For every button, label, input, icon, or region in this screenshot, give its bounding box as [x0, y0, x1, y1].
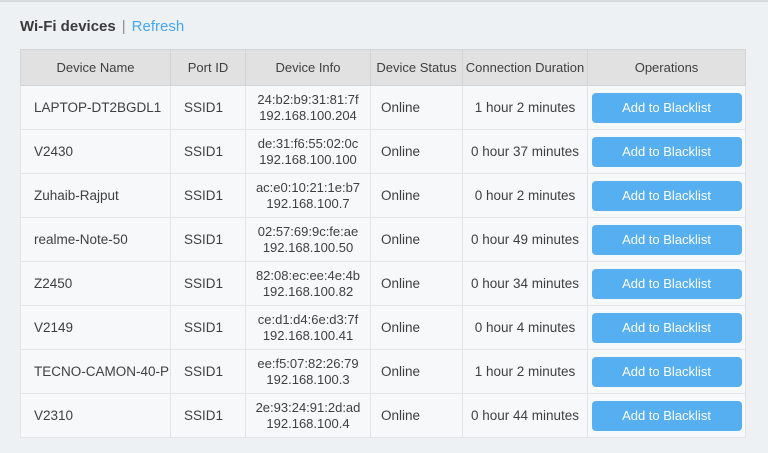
connection-duration: 0 hour 2 minutes	[463, 174, 588, 218]
table-row: TECNO-CAMON-40-P SSID1 ee:f5:07:82:26:79…	[21, 350, 746, 394]
device-info: 82:08:ec:ee:4e:4b 192.168.100.82	[246, 262, 371, 306]
wifi-devices-table: Device Name Port ID Device Info Device S…	[20, 49, 746, 438]
device-status: Online	[371, 306, 463, 350]
port-id: SSID1	[171, 174, 246, 218]
device-info: ac:e0:10:21:1e:b7 192.168.100.7	[246, 174, 371, 218]
add-to-blacklist-button[interactable]: Add to Blacklist	[592, 225, 742, 255]
connection-duration: 0 hour 4 minutes	[463, 306, 588, 350]
ip-address: 192.168.100.100	[246, 152, 370, 168]
mac-address: 24:b2:b9:31:81:7f	[246, 92, 370, 108]
operations-cell: Add to Blacklist	[588, 130, 746, 174]
port-id: SSID1	[171, 218, 246, 262]
add-to-blacklist-button[interactable]: Add to Blacklist	[592, 357, 742, 387]
column-header-device-name: Device Name	[21, 50, 171, 86]
connection-duration: 0 hour 34 minutes	[463, 262, 588, 306]
port-id: SSID1	[171, 394, 246, 438]
device-info: ee:f5:07:82:26:79 192.168.100.3	[246, 350, 371, 394]
table-row: LAPTOP-DT2BGDL1 SSID1 24:b2:b9:31:81:7f …	[21, 86, 746, 130]
device-info: 02:57:69:9c:fe:ae 192.168.100.50	[246, 218, 371, 262]
device-name: TECNO-CAMON-40-P	[21, 350, 171, 394]
mac-address: ee:f5:07:82:26:79	[246, 356, 370, 372]
add-to-blacklist-button[interactable]: Add to Blacklist	[592, 93, 742, 123]
connection-duration: 1 hour 2 minutes	[463, 86, 588, 130]
device-name: LAPTOP-DT2BGDL1	[21, 86, 171, 130]
operations-cell: Add to Blacklist	[588, 218, 746, 262]
mac-address: 82:08:ec:ee:4e:4b	[246, 268, 370, 284]
column-header-operations: Operations	[588, 50, 746, 86]
device-status: Online	[371, 350, 463, 394]
mac-address: 2e:93:24:91:2d:ad	[246, 400, 370, 416]
mac-address: de:31:f6:55:02:0c	[246, 136, 370, 152]
column-header-port-id: Port ID	[171, 50, 246, 86]
operations-cell: Add to Blacklist	[588, 394, 746, 438]
connection-duration: 1 hour 2 minutes	[463, 350, 588, 394]
operations-cell: Add to Blacklist	[588, 306, 746, 350]
wifi-devices-page: Wi-Fi devices | Refresh Device Name Port…	[0, 18, 768, 438]
table-row: V2149 SSID1 ce:d1:d4:6e:d3:7f 192.168.10…	[21, 306, 746, 350]
device-info: de:31:f6:55:02:0c 192.168.100.100	[246, 130, 371, 174]
device-status: Online	[371, 218, 463, 262]
port-id: SSID1	[171, 130, 246, 174]
connection-duration: 0 hour 49 minutes	[463, 218, 588, 262]
titlebar: Wi-Fi devices | Refresh	[20, 18, 768, 35]
device-status: Online	[371, 174, 463, 218]
device-name: V2149	[21, 306, 171, 350]
device-status: Online	[371, 262, 463, 306]
add-to-blacklist-button[interactable]: Add to Blacklist	[592, 137, 742, 167]
operations-cell: Add to Blacklist	[588, 350, 746, 394]
ip-address: 192.168.100.3	[246, 372, 370, 388]
table-row: realme-Note-50 SSID1 02:57:69:9c:fe:ae 1…	[21, 218, 746, 262]
operations-cell: Add to Blacklist	[588, 86, 746, 130]
port-id: SSID1	[171, 306, 246, 350]
table-header-row: Device Name Port ID Device Info Device S…	[21, 50, 746, 86]
ip-address: 192.168.100.7	[246, 196, 370, 212]
port-id: SSID1	[171, 350, 246, 394]
device-info: 24:b2:b9:31:81:7f 192.168.100.204	[246, 86, 371, 130]
device-status: Online	[371, 130, 463, 174]
port-id: SSID1	[171, 86, 246, 130]
add-to-blacklist-button[interactable]: Add to Blacklist	[592, 181, 742, 211]
device-name: V2430	[21, 130, 171, 174]
column-header-device-status: Device Status	[371, 50, 463, 86]
device-status: Online	[371, 86, 463, 130]
ip-address: 192.168.100.4	[246, 416, 370, 432]
table-row: Z2450 SSID1 82:08:ec:ee:4e:4b 192.168.10…	[21, 262, 746, 306]
device-name: V2310	[21, 394, 171, 438]
device-info: ce:d1:d4:6e:d3:7f 192.168.100.41	[246, 306, 371, 350]
connection-duration: 0 hour 37 minutes	[463, 130, 588, 174]
operations-cell: Add to Blacklist	[588, 174, 746, 218]
mac-address: 02:57:69:9c:fe:ae	[246, 224, 370, 240]
ip-address: 192.168.100.204	[246, 108, 370, 124]
mac-address: ce:d1:d4:6e:d3:7f	[246, 312, 370, 328]
port-id: SSID1	[171, 262, 246, 306]
add-to-blacklist-button[interactable]: Add to Blacklist	[592, 313, 742, 343]
top-edge-divider	[0, 0, 768, 2]
table-row: V2430 SSID1 de:31:f6:55:02:0c 192.168.10…	[21, 130, 746, 174]
ip-address: 192.168.100.50	[246, 240, 370, 256]
column-header-device-info: Device Info	[246, 50, 371, 86]
device-name: Z2450	[21, 262, 171, 306]
table-row: V2310 SSID1 2e:93:24:91:2d:ad 192.168.10…	[21, 394, 746, 438]
device-name: realme-Note-50	[21, 218, 171, 262]
device-status: Online	[371, 394, 463, 438]
column-header-connection-duration: Connection Duration	[463, 50, 588, 86]
device-info: 2e:93:24:91:2d:ad 192.168.100.4	[246, 394, 371, 438]
ip-address: 192.168.100.41	[246, 328, 370, 344]
add-to-blacklist-button[interactable]: Add to Blacklist	[592, 269, 742, 299]
ip-address: 192.168.100.82	[246, 284, 370, 300]
device-name: Zuhaib-Rajput	[21, 174, 171, 218]
connection-duration: 0 hour 44 minutes	[463, 394, 588, 438]
operations-cell: Add to Blacklist	[588, 262, 746, 306]
table-row: Zuhaib-Rajput SSID1 ac:e0:10:21:1e:b7 19…	[21, 174, 746, 218]
add-to-blacklist-button[interactable]: Add to Blacklist	[592, 401, 742, 431]
mac-address: ac:e0:10:21:1e:b7	[246, 180, 370, 196]
page-title: Wi-Fi devices	[20, 18, 116, 35]
refresh-link[interactable]: Refresh	[132, 18, 185, 35]
title-separator: |	[122, 18, 126, 35]
